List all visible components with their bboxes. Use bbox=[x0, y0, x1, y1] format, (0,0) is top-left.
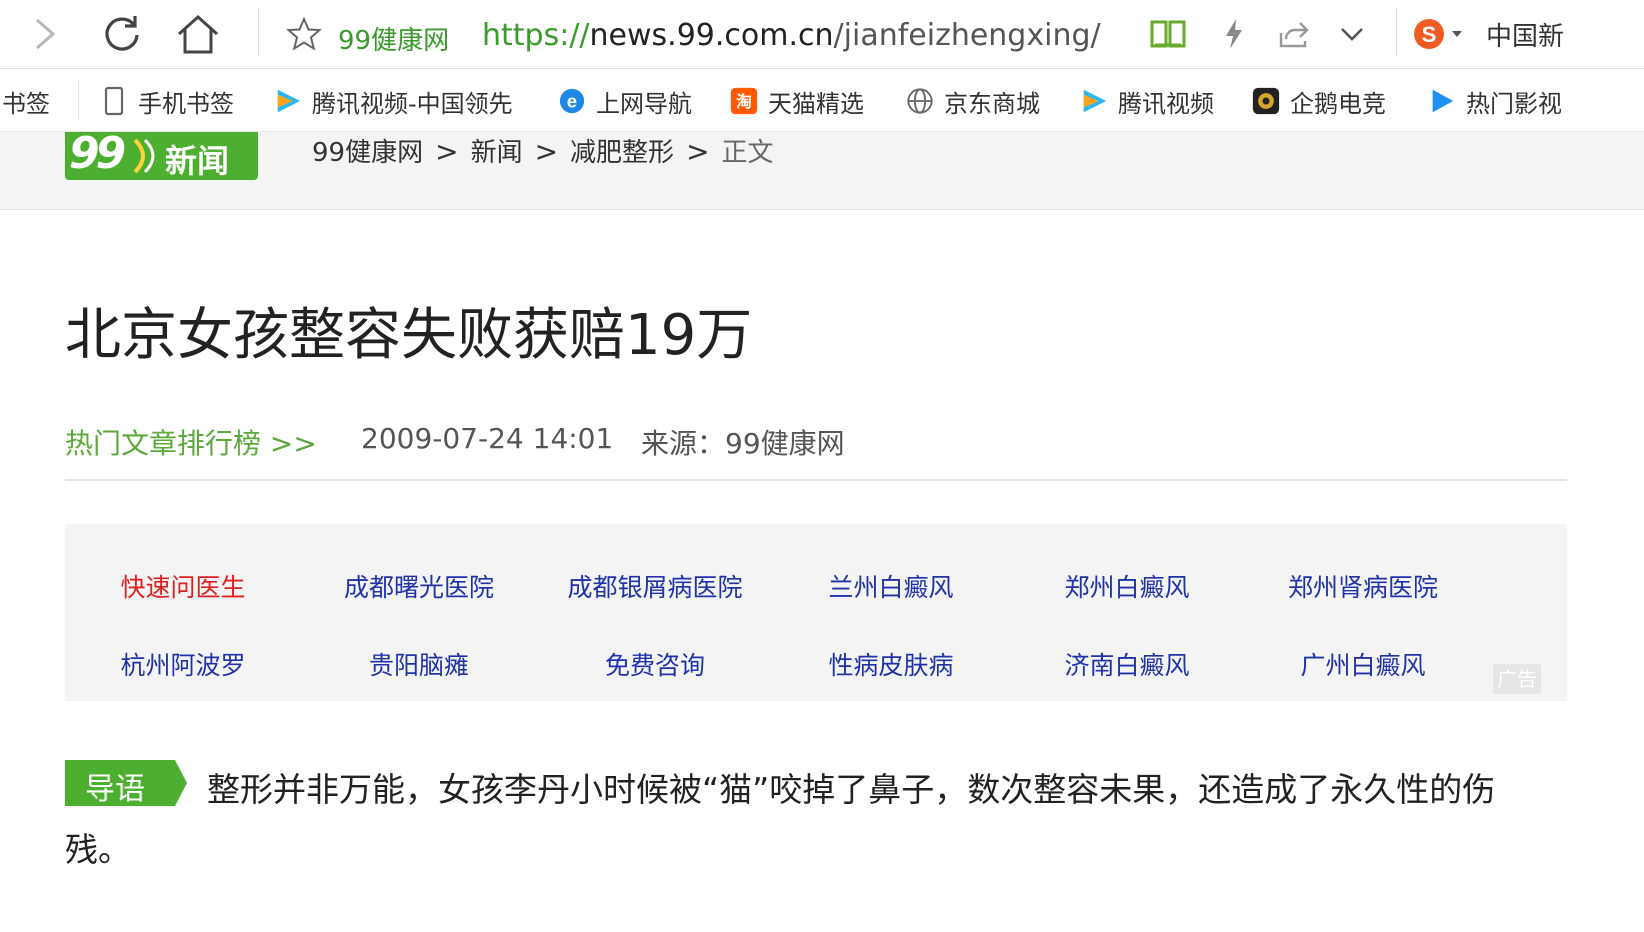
globe-icon bbox=[906, 87, 934, 115]
ad-link[interactable]: 贵阳脑瘫 bbox=[301, 646, 537, 682]
breadcrumb-home[interactable]: 99健康网 bbox=[312, 138, 423, 168]
toolbar-divider bbox=[1396, 8, 1397, 56]
bookmark-label: 热门影视 bbox=[1466, 89, 1562, 118]
ad-link[interactable]: 郑州肾病医院 bbox=[1245, 568, 1481, 604]
toolbar-divider bbox=[258, 8, 259, 56]
browser-toolbar: 99健康网 https://news.99.com.cn/jianfeizhen… bbox=[0, 0, 1644, 69]
ad-link[interactable]: 性病皮肤病 bbox=[773, 646, 1009, 682]
article-source: 来源：99健康网 bbox=[641, 427, 845, 460]
article-meta: 热门文章排行榜 >> 2009-07-24 14:01 来源：99健康网 bbox=[65, 422, 1565, 462]
divider bbox=[65, 479, 1567, 481]
url-path: /jianfeizhengxing/20 bbox=[833, 18, 1102, 53]
url-text[interactable]: https://news.99.com.cn/jianfeizhengxing/… bbox=[482, 18, 1102, 53]
lead-tag-label: 导语 bbox=[85, 772, 145, 807]
sogou-search-engine-icon[interactable]: S bbox=[1410, 10, 1466, 58]
bookmark-label: 腾讯视频-中国领先 bbox=[312, 89, 513, 118]
bookmark-item-bookmarks[interactable]: 书签 bbox=[2, 83, 50, 119]
logo-text: 新闻 bbox=[165, 142, 230, 180]
article-title: 北京女孩整容失败获赔19万 bbox=[65, 303, 753, 368]
tencent-video-icon bbox=[1080, 87, 1108, 115]
ie-icon: e bbox=[558, 87, 586, 115]
ad-link[interactable]: 成都银屑病医院 bbox=[537, 568, 773, 604]
bookmark-label: 企鹅电竞 bbox=[1290, 89, 1386, 118]
url-host: news.99.com.cn bbox=[589, 18, 834, 53]
ad-link[interactable]: 免费咨询 bbox=[537, 646, 773, 682]
logo-number: 99 bbox=[69, 128, 126, 179]
share-icon[interactable] bbox=[1270, 10, 1318, 58]
bookmarks-bar: 书签 手机书签 腾讯视频-中国领先 e 上网导航 淘 天猫精选 京东商城 腾讯视… bbox=[0, 69, 1644, 132]
breadcrumb-news[interactable]: 新闻 bbox=[471, 138, 523, 168]
ad-link[interactable]: 杭州阿波罗 bbox=[65, 646, 301, 682]
site-name: 99健康网 bbox=[338, 26, 450, 56]
ad-link[interactable]: 济南白癜风 bbox=[1009, 646, 1245, 682]
search-engine-label[interactable]: 中国新 bbox=[1486, 16, 1564, 53]
breadcrumb-category[interactable]: 减肥整形 bbox=[570, 138, 674, 168]
video-play-icon bbox=[1428, 87, 1456, 115]
svg-text:淘: 淘 bbox=[736, 92, 752, 111]
bookmark-item-tencent-video[interactable]: 腾讯视频 bbox=[1080, 83, 1214, 119]
bookmark-item-jd[interactable]: 京东商城 bbox=[906, 83, 1040, 119]
bookmark-label: 腾讯视频 bbox=[1118, 89, 1214, 118]
ad-badge: 广告 bbox=[1493, 664, 1541, 694]
bookmark-item-tmall[interactable]: 淘 天猫精选 bbox=[730, 83, 864, 119]
ad-link[interactable]: 兰州白癜风 bbox=[773, 568, 1009, 604]
reload-icon[interactable] bbox=[98, 10, 146, 58]
penguin-esports-icon bbox=[1252, 87, 1280, 115]
breadcrumb-separator: > bbox=[435, 135, 459, 168]
ad-link[interactable]: 广州白癜风 bbox=[1245, 646, 1481, 682]
breadcrumb-separator: > bbox=[534, 135, 559, 168]
logo-wave-icon bbox=[133, 138, 155, 174]
lead-tag: 导语 bbox=[65, 760, 187, 807]
tencent-video-icon bbox=[274, 87, 302, 115]
ad-link[interactable]: 成都曙光医院 bbox=[301, 568, 537, 604]
mobile-phone-icon bbox=[100, 86, 128, 116]
star-icon[interactable] bbox=[280, 10, 328, 58]
bookmark-item-tencent-video-china[interactable]: 腾讯视频-中国领先 bbox=[274, 83, 530, 119]
breadcrumb: 99健康网 > 新闻 > 减肥整形 > 正文 bbox=[312, 132, 774, 169]
breadcrumb-separator: > bbox=[686, 135, 710, 168]
bookmark-item-mobile[interactable]: 手机书签 bbox=[100, 83, 234, 119]
ad-link[interactable]: 郑州白癜风 bbox=[1009, 568, 1245, 604]
bookmarks-divider bbox=[78, 79, 79, 121]
home-icon[interactable] bbox=[174, 10, 222, 58]
bookmark-label: 天猫精选 bbox=[768, 89, 864, 118]
site-header: 99 新闻 99健康网 > 新闻 > 减肥整形 > 正文 bbox=[0, 128, 1644, 210]
bookmark-label: 书签 bbox=[2, 89, 50, 118]
address-bar[interactable]: 99健康网 https://news.99.com.cn/jianfeizhen… bbox=[280, 8, 1160, 60]
tmall-icon: 淘 bbox=[730, 87, 758, 115]
bookmark-item-hot-videos[interactable]: 热门影视 bbox=[1428, 83, 1562, 119]
ad-links-box: 快速问医生 成都曙光医院 成都银屑病医院 兰州白癜风 郑州白癜风 郑州肾病医院 … bbox=[65, 524, 1567, 701]
bookmark-item-esports[interactable]: 企鹅电竞 bbox=[1252, 83, 1386, 119]
breadcrumb-current: 正文 bbox=[721, 138, 774, 168]
bookmark-label: 京东商城 bbox=[944, 89, 1040, 118]
url-scheme: https:// bbox=[482, 18, 590, 53]
svg-text:e: e bbox=[567, 91, 577, 112]
chevron-down-icon[interactable] bbox=[1328, 10, 1376, 58]
site-logo[interactable]: 99 新闻 bbox=[65, 128, 258, 180]
lead-text: 整形并非万能，女孩李丹小时候被“猫”咬掉了鼻子，数次整容未果，还造成了永久性的伤… bbox=[65, 770, 1496, 869]
publish-date: 2009-07-24 14:01 bbox=[361, 422, 614, 455]
bookmark-label: 上网导航 bbox=[596, 89, 692, 118]
bookmark-item-navigation[interactable]: e 上网导航 bbox=[558, 83, 692, 119]
bookmark-label: 手机书签 bbox=[138, 89, 234, 118]
reader-mode-icon[interactable] bbox=[1144, 10, 1192, 58]
ad-link[interactable]: 快速问医生 bbox=[65, 568, 301, 604]
svg-text:S: S bbox=[1422, 22, 1437, 47]
hot-articles-link[interactable]: 热门文章排行榜 >> bbox=[65, 422, 317, 462]
forward-icon[interactable] bbox=[20, 10, 68, 58]
lightning-icon[interactable] bbox=[1210, 10, 1258, 58]
